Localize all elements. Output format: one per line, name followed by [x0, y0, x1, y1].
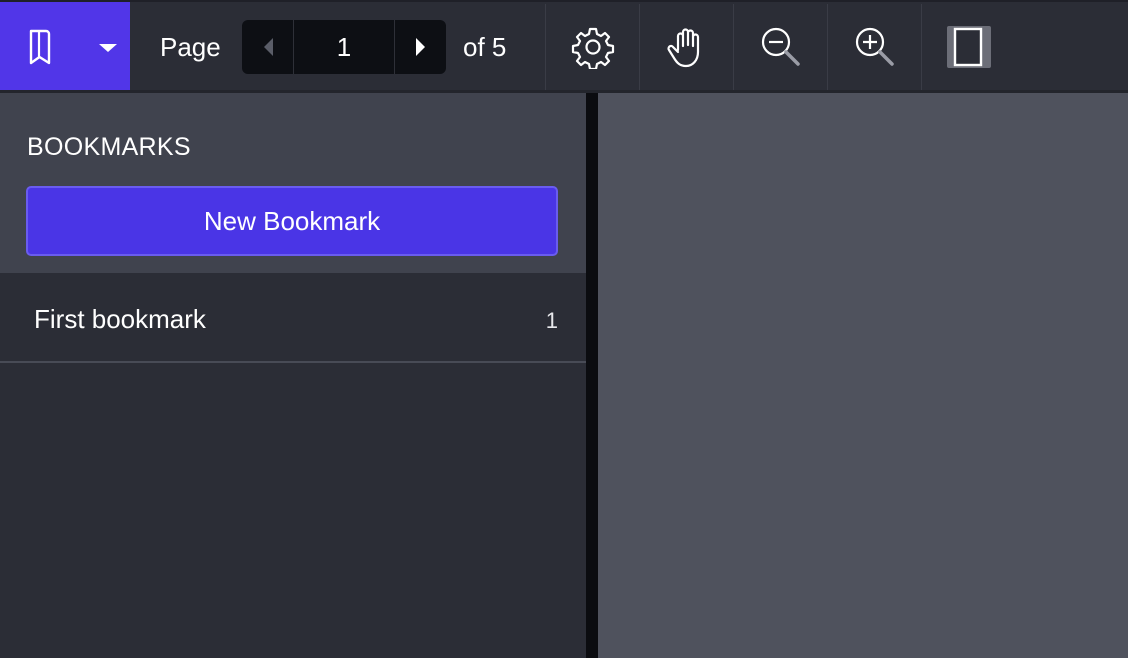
page-navigator: 1 — [242, 20, 446, 74]
sidebar-header: BOOKMARKS New Bookmark — [0, 93, 586, 273]
next-page-button[interactable] — [394, 20, 446, 74]
gear-icon — [571, 27, 614, 69]
hand-icon — [666, 28, 699, 68]
sidebar-title: BOOKMARKS — [27, 133, 191, 161]
pan-tool-button[interactable] — [639, 4, 733, 90]
settings-button[interactable] — [545, 4, 639, 90]
bookmarks-sidebar: BOOKMARKS New Bookmark First bookmark 1 — [0, 93, 586, 658]
page-layout-button[interactable] — [921, 4, 1015, 90]
chevron-right-icon — [415, 38, 425, 56]
page-label: Page — [160, 32, 221, 62]
single-page-icon — [946, 26, 991, 68]
document-viewer[interactable] — [598, 93, 1128, 658]
chevron-left-icon — [263, 38, 273, 56]
caret-down-icon[interactable] — [97, 42, 119, 54]
page-count-label: of 5 — [463, 32, 507, 62]
bookmark-label: First bookmark — [34, 304, 206, 334]
zoom-out-icon — [761, 27, 800, 66]
bookmark-page-number: 1 — [545, 308, 558, 333]
zoom-in-button[interactable] — [827, 4, 921, 90]
previous-page-button[interactable] — [242, 20, 294, 74]
bookmark-icon — [29, 29, 51, 65]
bookmarks-toggle-button[interactable] — [0, 2, 130, 90]
sidebar-resize-handle[interactable] — [586, 93, 598, 658]
bookmark-item[interactable]: First bookmark 1 — [0, 273, 586, 363]
toolbar: Page 1 of 5 — [0, 0, 1128, 90]
zoom-out-button[interactable] — [733, 4, 827, 90]
current-page-input[interactable]: 1 — [294, 20, 394, 74]
zoom-in-icon — [855, 27, 894, 66]
new-bookmark-button[interactable]: New Bookmark — [26, 186, 558, 256]
